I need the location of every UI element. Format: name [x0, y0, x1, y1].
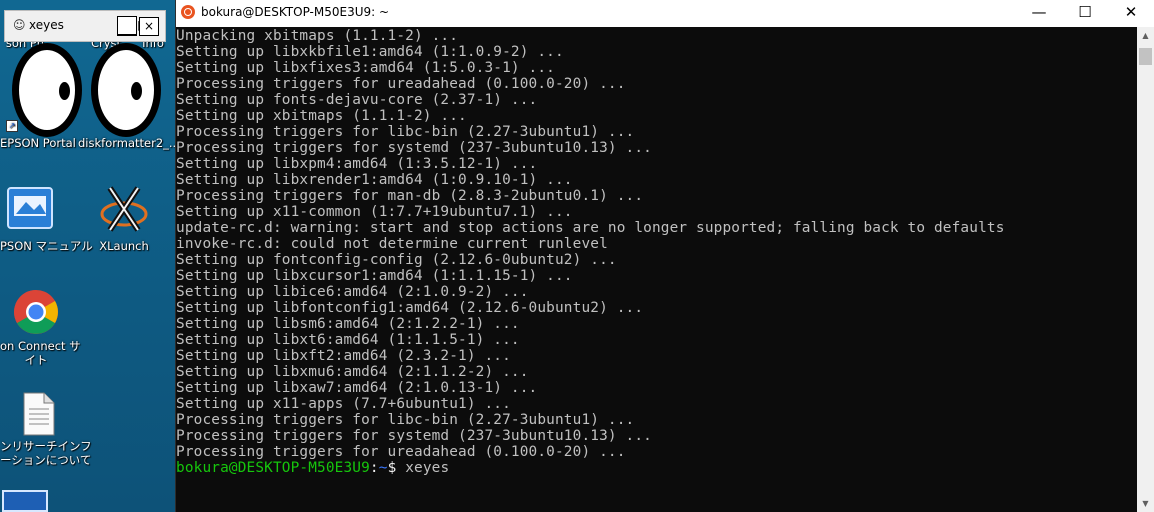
terminal-line: update-rc.d: warning: start and stop act…: [176, 220, 1005, 236]
terminal-line: Unpacking xbitmaps (1.1.1-2) ...: [176, 28, 459, 44]
ubuntu-icon: [181, 5, 195, 19]
terminal-window[interactable]: bokura@DESKTOP-M50E3U9: ~ — ☐ ✕ Unpackin…: [175, 0, 1154, 512]
prompt-command: xeyes: [405, 460, 450, 476]
terminal-title: bokura@DESKTOP-M50E3U9: ~: [201, 5, 390, 19]
prompt-path: ~: [378, 460, 388, 476]
terminal-line: Processing triggers for systemd (237-3ub…: [176, 140, 652, 156]
scrollbar-thumb[interactable]: [1139, 48, 1152, 65]
desktop-icon-xlaunch[interactable]: XLaunch: [94, 186, 154, 253]
terminal-line: Processing triggers for ureadahead (0.10…: [176, 76, 626, 92]
desktop-icon-epson-connect[interactable]: on Connect サ イト: [0, 288, 81, 367]
prompt-separator: :: [369, 460, 379, 476]
terminal-line: Setting up libxaw7:amd64 (2:1.0.13-1) ..…: [176, 380, 538, 396]
chrome-icon: [14, 290, 58, 334]
desktop-icon-label: ーションについて: [0, 453, 92, 467]
terminal-titlebar[interactable]: bokura@DESKTOP-M50E3U9: ~ — ☐ ✕: [176, 0, 1154, 27]
desktop-icon-label: PSON マニュアル: [0, 239, 93, 253]
terminal-line: Setting up libxt6:amd64 (1:1.1.5-1) ...: [176, 332, 520, 348]
terminal-line: Setting up libxkbfile1:amd64 (1:1.0.9-2)…: [176, 44, 564, 60]
prompt-symbol: $: [387, 460, 397, 476]
terminal-line: invoke-rc.d: could not determine current…: [176, 236, 608, 252]
terminal-line: Setting up fontconfig-config (2.12.6-0ub…: [176, 252, 617, 268]
terminal-output[interactable]: Unpacking xbitmaps (1.1.1-2) ... Setting …: [176, 27, 1138, 512]
terminal-line: Setting up libxrender1:amd64 (1:0.9.10-1…: [176, 172, 573, 188]
scroll-down-icon[interactable]: ▼: [1137, 495, 1154, 512]
xeyes-icon: ☺: [13, 18, 26, 32]
terminal-line: Setting up xbitmaps (1.1.1-2) ...: [176, 108, 467, 124]
epson-manual-icon: [7, 187, 53, 229]
terminal-line: Processing triggers for libc-bin (2.27-3…: [176, 412, 635, 428]
xeyes-window[interactable]: ☺ xeyes _ □ ×: [4, 10, 166, 42]
desktop-icon-epson-manual[interactable]: PSON マニュアル: [0, 186, 93, 253]
terminal-line: Setting up libxmu6:amd64 (2:1.1.2-2) ...: [176, 364, 529, 380]
maximize-button[interactable]: ☐: [1062, 0, 1108, 27]
terminal-line: Setting up fonts-dejavu-core (2.37-1) ..…: [176, 92, 538, 108]
terminal-line: Setting up libsm6:amd64 (2:1.2.2-1) ...: [176, 316, 520, 332]
terminal-line: Setting up libxfixes3:amd64 (1:5.0.3-1) …: [176, 60, 555, 76]
desktop-icon-label: on Connect サ: [0, 339, 81, 353]
desktop-icon-diskformatter[interactable]: diskformatter2_...: [78, 136, 180, 150]
terminal-line: Setting up x11-common (1:7.7+19ubuntu7.1…: [176, 204, 573, 220]
xlaunch-icon: [100, 186, 148, 232]
terminal-line: Setting up libxcursor1:amd64 (1:1.1.15-1…: [176, 268, 573, 284]
desktop-icon-label: EPSON Portal: [0, 136, 76, 150]
terminal-prompt-line[interactable]: bokura@DESKTOP-M50E3U9:~$ xeyes: [176, 460, 449, 476]
terminal-line: Setting up x11-apps (7.7+6ubuntu1) ...: [176, 396, 511, 412]
shortcut-arrow-icon: ↗: [6, 120, 18, 132]
terminal-line: Processing triggers for libc-bin (2.27-3…: [176, 124, 635, 140]
minimize-button[interactable]: —: [1016, 0, 1062, 27]
desktop-icon-partial[interactable]: [2, 490, 48, 512]
terminal-line: Processing triggers for man-db (2.8.3-2u…: [176, 188, 644, 204]
terminal-scrollbar[interactable]: ▲ ▼: [1137, 27, 1154, 512]
desktop-icon-label: イト: [24, 353, 48, 367]
terminal-line: Processing triggers for systemd (237-3ub…: [176, 428, 652, 444]
desktop-icon-epson-portal[interactable]: ↗ EPSON Portal: [0, 112, 76, 150]
xeyes-left-pupil: [59, 82, 70, 100]
desktop: son Ph Cryst Info ☺ xeyes _ □ × ↗ EPSON …: [0, 0, 180, 512]
xeyes-window-title: xeyes: [29, 18, 64, 32]
desktop-icon-label: XLaunch: [99, 239, 149, 253]
xeyes-right-pupil: [131, 82, 142, 100]
terminal-line: Setting up libxpm4:amd64 (1:3.5.12-1) ..…: [176, 156, 538, 172]
desktop-icon-document[interactable]: ンリサーチインフ ーションについて: [0, 392, 92, 467]
xeyes-right-eye: [91, 43, 161, 137]
prompt-user-host: bokura@DESKTOP-M50E3U9: [176, 460, 370, 476]
xeyes-maximize-box[interactable]: [117, 16, 137, 35]
terminal-line: Setting up libice6:amd64 (2:1.0.9-2) ...: [176, 284, 529, 300]
scroll-up-icon[interactable]: ▲: [1137, 27, 1154, 44]
desktop-icon-label: diskformatter2_...: [78, 136, 180, 150]
terminal-line: Setting up libfontconfig1:amd64 (2.12.6-…: [176, 300, 644, 316]
document-icon: [23, 392, 55, 436]
close-button[interactable]: ✕: [1108, 0, 1154, 27]
terminal-line: Processing triggers for ureadahead (0.10…: [176, 444, 626, 460]
terminal-line: Setting up libxft2:amd64 (2.3.2-1) ...: [176, 348, 511, 364]
xeyes-close-button[interactable]: ×: [139, 17, 159, 36]
desktop-icon-label: ンリサーチインフ: [0, 439, 92, 453]
epson-icon: ↗: [0, 112, 70, 136]
